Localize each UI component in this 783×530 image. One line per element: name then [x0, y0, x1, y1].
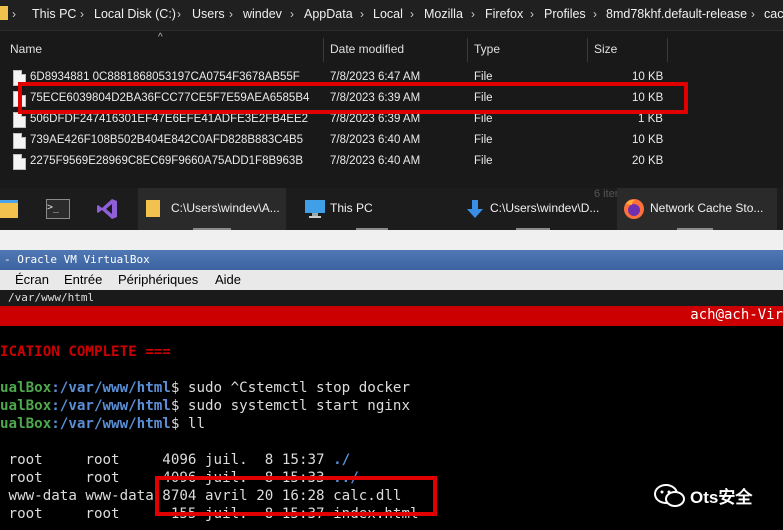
ls-name: ./: [333, 452, 351, 468]
highlight-box-calc: [155, 476, 437, 516]
breadcrumb-local[interactable]: Local: [373, 7, 403, 21]
file-type: File: [474, 113, 493, 125]
command: $ sudo systemctl start nginx: [170, 398, 411, 414]
menu-entree[interactable]: Entrée: [64, 272, 102, 287]
column-date-modified[interactable]: Date modified: [330, 42, 404, 56]
taskbar-explorer-pinned[interactable]: [0, 188, 30, 230]
visual-studio-icon: [97, 199, 117, 219]
terminal-line: ualBox:/var/www/html$ ll: [0, 416, 205, 432]
computer-icon: [305, 200, 325, 218]
firefox-icon: [624, 199, 644, 219]
file-row[interactable]: 2275F9569E28969C8EC69F9660A75ADD1F8B963B…: [0, 152, 700, 173]
command: $ sudo ^Cstemctl stop docker: [170, 380, 411, 396]
ls-owner: root root: [0, 506, 171, 522]
prompt-host: ualBox: [0, 416, 52, 432]
file-name: 739AE426F108B502B404E842C0AFD828B883C4B5: [30, 134, 304, 146]
column-type[interactable]: Type: [474, 42, 500, 56]
taskbar-label: Network Cache Sto...: [650, 201, 764, 215]
ls-owner: root root: [0, 452, 163, 468]
file-date: 7/8/2023 6:40 AM: [330, 155, 421, 167]
menu-aide[interactable]: Aide: [215, 272, 241, 287]
ls-date: juil. 8 15:37: [196, 452, 334, 468]
command: $ ll: [170, 416, 206, 432]
taskbar-this-pc[interactable]: This PC: [296, 188, 448, 230]
column-headers: ^ Name Date modified Type Size: [0, 32, 783, 62]
prompt-path: :/var/www/html: [51, 380, 171, 396]
wechat-icon: [654, 484, 685, 507]
taskbar-terminal[interactable]: >_: [38, 188, 78, 230]
breadcrumb-profile[interactable]: 8md78khf.default-release: [606, 7, 747, 21]
menu-peripheriques[interactable]: Périphériques: [118, 272, 198, 287]
breadcrumb-appdata[interactable]: AppData: [304, 7, 353, 21]
ls-row: root root 4096 juil. 8 15:37 ./: [0, 452, 351, 468]
window-title: - Oracle VM VirtualBox: [4, 253, 150, 266]
taskbar-label: This PC: [330, 201, 373, 215]
file-name: 506DFDF247416301EF47E6EFE41ADFE3E2FB4EE2: [30, 113, 309, 125]
file-icon: [13, 112, 26, 128]
breadcrumb: › This PC › Local Disk (C:) › Users › wi…: [0, 0, 783, 31]
watermark-text: Ots安全: [690, 488, 753, 507]
taskbar-visual-studio[interactable]: [88, 188, 128, 230]
sort-ascending-icon: ^: [158, 32, 163, 43]
file-name: 2275F9569E28969C8EC69F9660A75ADD1F8B963B: [30, 155, 304, 167]
ls-owner: root root: [0, 470, 163, 486]
file-size: 10 KB: [632, 134, 664, 146]
breadcrumb-this-pc[interactable]: This PC: [32, 7, 76, 21]
file-row[interactable]: 739AE426F108B502B404E842C0AFD828B883C4B5…: [0, 131, 700, 152]
folder-icon: [146, 200, 160, 217]
breadcrumb-cache[interactable]: cac: [764, 7, 783, 21]
terminal-line: ualBox:/var/www/html$ sudo systemctl sta…: [0, 398, 410, 414]
file-explorer-window: › This PC › Local Disk (C:) › Users › wi…: [0, 0, 783, 188]
file-size: 20 KB: [632, 155, 664, 167]
virtualbox-menu-bar: Écran Entrée Périphériques Aide: [0, 270, 783, 290]
terminal-header: ach@ach-Vir: [0, 306, 783, 326]
terminal-banner: ICATION COMPLETE ===: [0, 344, 171, 360]
file-type: File: [474, 155, 493, 167]
highlight-box-file: [18, 82, 688, 114]
guest-path: /var/www/html: [8, 291, 95, 304]
guest-path-bar: /var/www/html: [0, 290, 783, 306]
terminal-line: ualBox:/var/www/html$ sudo ^Cstemctl sto…: [0, 380, 410, 396]
breadcrumb-local-disk[interactable]: Local Disk (C:): [94, 7, 176, 21]
folder-icon: [0, 6, 8, 20]
menu-ecran[interactable]: Écran: [15, 272, 49, 287]
breadcrumb-firefox[interactable]: Firefox: [485, 7, 523, 21]
terminal-host: ach@ach-Vir: [690, 307, 783, 323]
taskbar: 6 items 9 items >_ C:\Users\windev\A... …: [0, 188, 783, 230]
breadcrumb-profiles[interactable]: Profiles: [544, 7, 586, 21]
ls-owner: www-data www-data: [0, 488, 163, 504]
column-size[interactable]: Size: [594, 42, 617, 56]
ls-size: 4096: [162, 452, 197, 468]
taskbar-firefox[interactable]: Network Cache Sto...: [617, 188, 777, 230]
terminal-icon: >_: [46, 199, 70, 219]
breadcrumb-mozilla[interactable]: Mozilla: [424, 7, 463, 21]
virtualbox-title-bar: - Oracle VM VirtualBox: [0, 250, 783, 270]
prompt-path: :/var/www/html: [51, 416, 171, 432]
file-type: File: [474, 134, 493, 146]
file-size: 1 KB: [638, 113, 663, 125]
file-date: 7/8/2023 6:40 AM: [330, 134, 421, 146]
file-date: 7/8/2023 6:39 AM: [330, 113, 421, 125]
file-icon: [13, 133, 26, 149]
taskbar-explorer-window-2[interactable]: C:\Users\windev\D...: [458, 188, 610, 230]
taskbar-label: C:\Users\windev\A...: [171, 201, 280, 215]
watermark: Ots安全: [652, 480, 777, 510]
breadcrumb-windev[interactable]: windev: [243, 7, 282, 21]
prompt-host: ualBox: [0, 398, 52, 414]
file-icon: [13, 154, 26, 170]
taskbar-label: C:\Users\windev\D...: [490, 201, 600, 215]
column-name[interactable]: Name: [10, 42, 42, 56]
download-arrow-icon: [467, 200, 483, 218]
prompt-host: ualBox: [0, 380, 52, 396]
taskbar-explorer-window-1[interactable]: C:\Users\windev\A...: [138, 188, 286, 230]
breadcrumb-users[interactable]: Users: [192, 7, 225, 21]
prompt-path: :/var/www/html: [51, 398, 171, 414]
folder-icon: [0, 200, 18, 218]
